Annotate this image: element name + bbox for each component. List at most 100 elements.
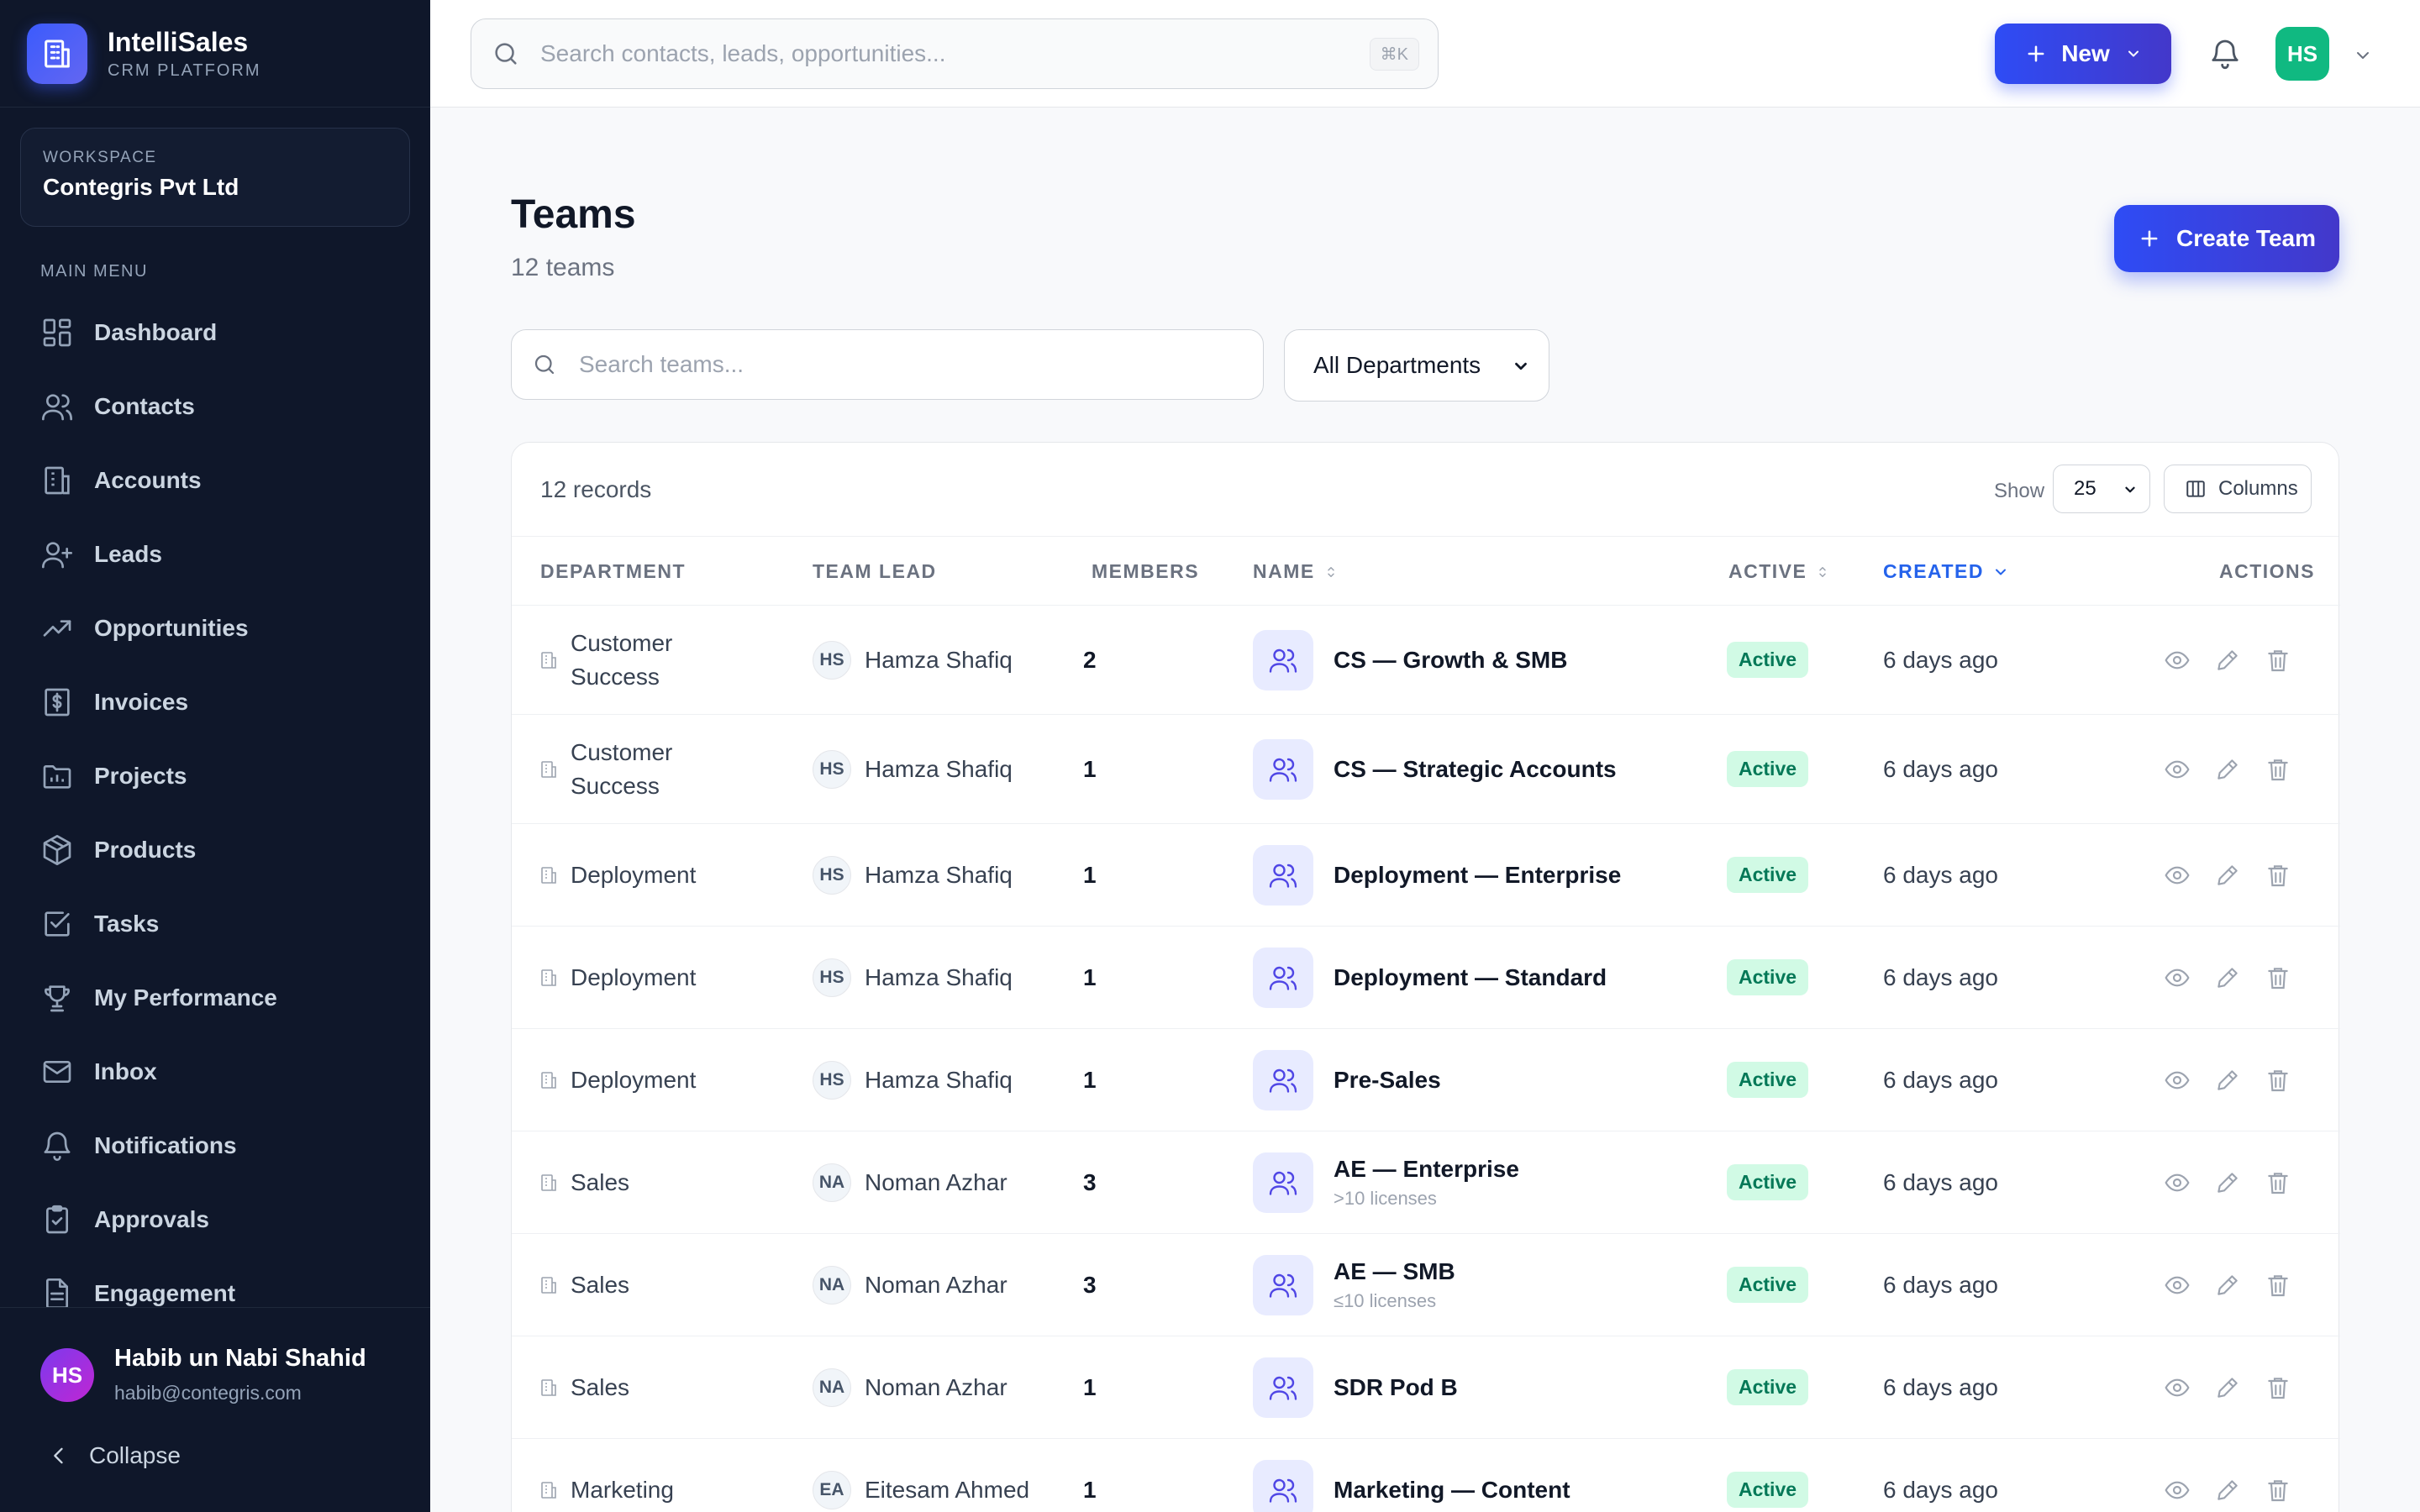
folder-icon	[43, 765, 71, 789]
users-icon	[42, 394, 72, 421]
avatar[interactable]: HS	[40, 1348, 94, 1402]
team-name[interactable]: Deployment — Standard	[1334, 964, 1607, 991]
trash-icon[interactable]	[2265, 647, 2291, 674]
table-row[interactable]: Deployment HS Hamza Shafiq 1 Pre-Sales A…	[512, 1029, 2340, 1131]
sidebar-item-my-performance[interactable]: My Performance	[0, 961, 430, 1035]
eye-icon[interactable]	[2164, 964, 2191, 991]
columns-button[interactable]: Columns	[2164, 465, 2312, 513]
table-row[interactable]: Customer Success HS Hamza Shafiq 1 CS — …	[512, 715, 2340, 824]
shortcut-badge: ⌘K	[1369, 38, 1419, 71]
header-label: CREATED	[1883, 560, 1984, 582]
table-row[interactable]: Deployment HS Hamza Shafiq 1 Deployment …	[512, 824, 2340, 927]
page-title: Teams	[511, 192, 636, 237]
team-name[interactable]: Marketing — Content	[1334, 1477, 1570, 1504]
page-size-select[interactable]: 25	[2053, 465, 2150, 513]
team-lead-name: Noman Azhar	[865, 1168, 1007, 1195]
pencil-icon[interactable]	[2214, 647, 2241, 674]
table-row[interactable]: Marketing EA Eitesam Ahmed 1 Marketing —…	[512, 1439, 2340, 1512]
pencil-icon[interactable]	[2214, 1477, 2241, 1504]
pencil-icon[interactable]	[2214, 1169, 2241, 1196]
created-date: 6 days ago	[1883, 1168, 1998, 1195]
trash-icon[interactable]	[2265, 1067, 2291, 1094]
team-name[interactable]: AE — SMB	[1334, 1258, 1455, 1285]
eye-icon[interactable]	[2164, 647, 2191, 674]
trash-icon[interactable]	[2265, 756, 2291, 783]
eye-icon[interactable]	[2164, 1067, 2191, 1094]
eye-icon[interactable]	[2164, 756, 2191, 783]
pencil-icon[interactable]	[2214, 964, 2241, 991]
avatar: HS	[813, 958, 851, 997]
sidebar-item-notifications[interactable]: Notifications	[0, 1109, 430, 1183]
sidebar-item-inbox[interactable]: Inbox	[0, 1035, 430, 1109]
trash-icon[interactable]	[2265, 1374, 2291, 1401]
status-badge: Active	[1727, 642, 1809, 678]
team-search-placeholder: Search teams...	[579, 351, 744, 377]
eye-icon[interactable]	[2164, 1374, 2191, 1401]
table-row[interactable]: Sales NA Noman Azhar 1 SDR Pod B Active …	[512, 1336, 2340, 1439]
header-active-sort[interactable]: ACTIVE	[1728, 560, 1830, 583]
pencil-icon[interactable]	[2214, 1374, 2241, 1401]
table-row[interactable]: Deployment HS Hamza Shafiq 1 Deployment …	[512, 927, 2340, 1029]
sidebar-item-accounts[interactable]: Accounts	[0, 444, 430, 517]
sidebar-item-tasks[interactable]: Tasks	[0, 887, 430, 961]
eye-icon[interactable]	[2164, 1169, 2191, 1196]
create-team-button[interactable]: Create Team	[2114, 205, 2339, 272]
building-icon	[541, 651, 556, 669]
user-menu-toggle[interactable]	[2353, 45, 2373, 66]
header-name-sort[interactable]: NAME	[1253, 560, 1339, 583]
table-row[interactable]: Sales NA Noman Azhar 3 AE — SMB ≤10 lice…	[512, 1234, 2340, 1336]
pencil-icon[interactable]	[2214, 756, 2241, 783]
team-description: >10 licenses	[1334, 1187, 1437, 1209]
eye-icon[interactable]	[2164, 1477, 2191, 1504]
main-menu-label: MAIN MENU	[40, 262, 148, 281]
avatar[interactable]: HS	[2275, 27, 2329, 81]
department-filter-select[interactable]: All Departments	[1284, 329, 1549, 402]
sidebar-item-invoices[interactable]: Invoices	[0, 665, 430, 739]
members-count: 1	[1083, 963, 1097, 990]
trash-icon[interactable]	[2265, 862, 2291, 889]
team-name[interactable]: Pre-Sales	[1334, 1067, 1441, 1094]
clipboard-check-icon	[46, 1205, 68, 1234]
pencil-icon[interactable]	[2214, 1067, 2241, 1094]
team-name-cell: Marketing — Content	[1253, 1439, 1570, 1512]
team-name[interactable]: CS — Strategic Accounts	[1334, 756, 1617, 783]
global-search-input[interactable]: Search contacts, leads, opportunities...…	[471, 18, 1439, 89]
eye-icon[interactable]	[2164, 862, 2191, 889]
row-actions	[2164, 1131, 2315, 1233]
created-date: 6 days ago	[1883, 1271, 1998, 1298]
new-button[interactable]: New	[1995, 24, 2171, 84]
department-filter-value: All Departments	[1313, 352, 1481, 378]
avatar: NA	[813, 1163, 851, 1202]
sidebar-item-projects[interactable]: Projects	[0, 739, 430, 813]
sidebar-item-contacts[interactable]: Contacts	[0, 370, 430, 444]
trash-icon[interactable]	[2265, 1272, 2291, 1299]
team-search-input[interactable]: Search teams...	[511, 329, 1264, 400]
department-cell: Customer Success	[539, 606, 688, 714]
sidebar-item-opportunities[interactable]: Opportunities	[0, 591, 430, 665]
document-icon	[46, 1278, 68, 1309]
trash-icon[interactable]	[2265, 1169, 2291, 1196]
team-name[interactable]: Deployment — Enterprise	[1334, 862, 1621, 889]
table-row[interactable]: Customer Success HS Hamza Shafiq 2 CS — …	[512, 606, 2340, 715]
table-row[interactable]: Sales NA Noman Azhar 3 AE — Enterprise >…	[512, 1131, 2340, 1234]
team-name[interactable]: CS — Growth & SMB	[1334, 647, 1567, 674]
eye-icon[interactable]	[2164, 1272, 2191, 1299]
sidebar-item-dashboard[interactable]: Dashboard	[0, 296, 430, 370]
trash-icon[interactable]	[2265, 1477, 2291, 1504]
collapse-button[interactable]: Collapse	[47, 1442, 181, 1469]
sidebar-item-approvals[interactable]: Approvals	[0, 1183, 430, 1257]
notifications-bell-button[interactable]	[2208, 37, 2242, 71]
header-created-sort[interactable]: CREATED	[1883, 560, 2009, 583]
members-count: 3	[1083, 1168, 1097, 1195]
team-lead-name: Noman Azhar	[865, 1373, 1007, 1400]
sidebar-item-products[interactable]: Products	[0, 813, 430, 887]
pencil-icon[interactable]	[2214, 1272, 2241, 1299]
sidebar-item-leads[interactable]: Leads	[0, 517, 430, 591]
team-name[interactable]: AE — Enterprise	[1334, 1156, 1519, 1183]
team-lead-cell: NA Noman Azhar	[813, 1234, 1007, 1336]
pencil-icon[interactable]	[2214, 862, 2241, 889]
workspace-switcher[interactable]: WORKSPACE Contegris Pvt Ltd	[20, 128, 410, 227]
team-name[interactable]: SDR Pod B	[1334, 1374, 1458, 1401]
trash-icon[interactable]	[2265, 964, 2291, 991]
members-count: 3	[1083, 1271, 1097, 1298]
